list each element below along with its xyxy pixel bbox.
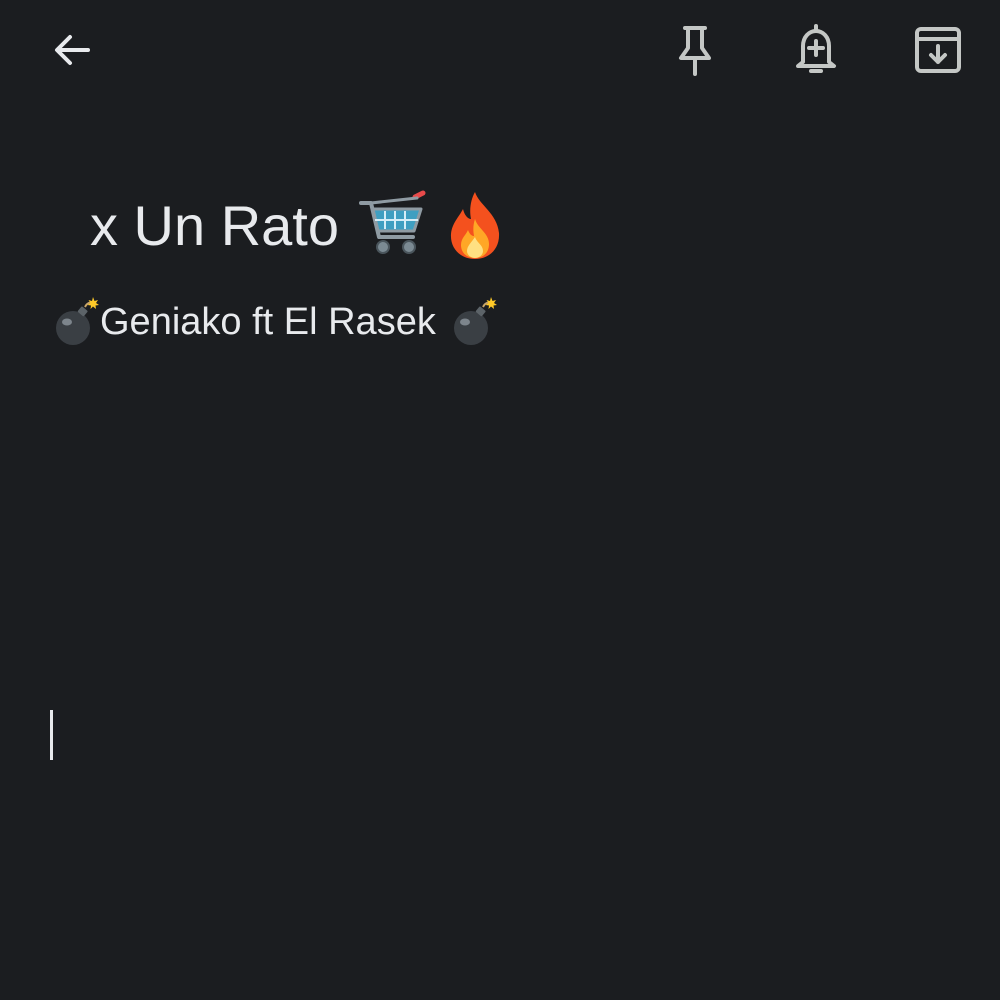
note-body[interactable]: Geniako ft El Rasek bbox=[52, 290, 952, 354]
shopping-cart-icon bbox=[357, 189, 429, 261]
archive-icon bbox=[915, 27, 961, 73]
add-reminder-bell-icon bbox=[796, 24, 836, 73]
archive-button[interactable] bbox=[906, 18, 970, 82]
note-toolbar bbox=[0, 0, 1000, 100]
text-cursor bbox=[50, 710, 53, 760]
note-title[interactable]: x Un Rato bbox=[90, 180, 950, 270]
arrow-back-icon bbox=[55, 35, 90, 65]
note-title-text: x Un Rato bbox=[90, 193, 339, 257]
pin-button[interactable] bbox=[663, 18, 727, 82]
back-button[interactable] bbox=[40, 18, 104, 82]
note-body-text: Geniako ft El Rasek bbox=[100, 300, 436, 343]
fire-icon bbox=[443, 189, 507, 261]
bomb-icon bbox=[52, 296, 100, 348]
add-reminder-button[interactable] bbox=[784, 18, 848, 82]
bomb-icon bbox=[450, 296, 498, 348]
pin-icon bbox=[679, 26, 711, 76]
